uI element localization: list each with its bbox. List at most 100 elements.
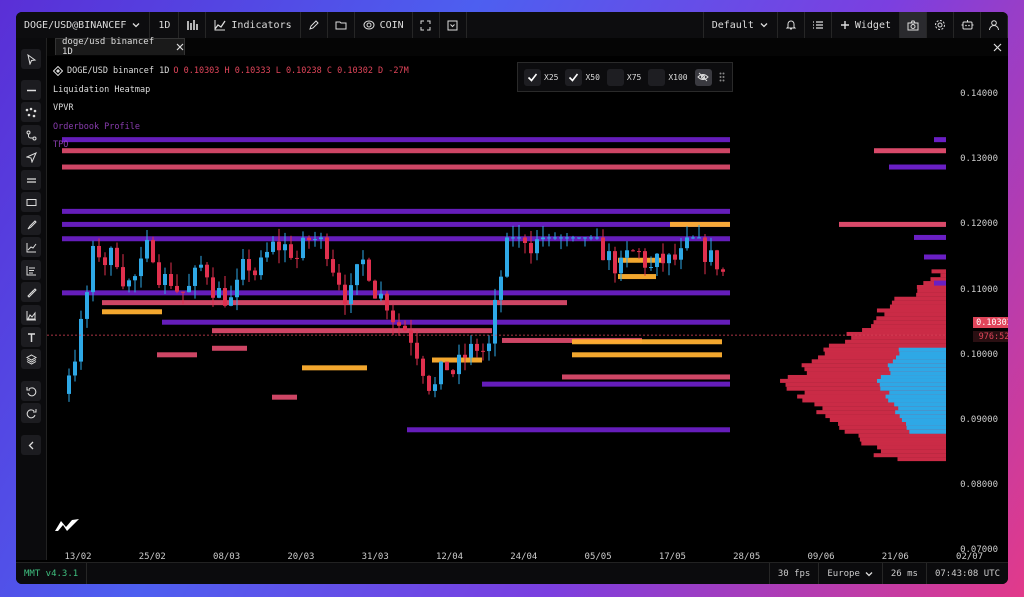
- candle-body: [283, 244, 287, 251]
- settings-button[interactable]: [927, 12, 954, 38]
- legend-item-label: TPO: [53, 140, 69, 151]
- layout-selector[interactable]: Default: [702, 12, 778, 38]
- candle-body: [325, 237, 329, 260]
- candle-body: [469, 343, 473, 358]
- clock: 07:43:08 UTC: [925, 563, 1008, 584]
- candle-body: [301, 237, 305, 259]
- candle-body: [607, 251, 611, 261]
- cursor-tool[interactable]: [21, 49, 41, 69]
- liquidation-band: [482, 381, 730, 387]
- folder-button[interactable]: [328, 12, 355, 38]
- path-tool[interactable]: [21, 125, 41, 145]
- x100-checkbox[interactable]: [648, 68, 666, 86]
- candle-body: [589, 237, 593, 239]
- candle-body: [619, 257, 623, 274]
- vpvr-bar-sell: [930, 277, 946, 282]
- candle-body: [67, 375, 71, 394]
- legend-item-vpvr[interactable]: VPVR: [53, 99, 409, 118]
- projection-tool[interactable]: [21, 305, 41, 325]
- fib-tool[interactable]: [21, 260, 41, 280]
- vpvr-bar-buy: [890, 371, 946, 376]
- trend-chart-icon: [26, 242, 36, 252]
- chart-tab[interactable]: doge/usd binancef 1D: [55, 37, 185, 57]
- legend-item-liquidation-heatmap[interactable]: Liquidation Heatmap: [53, 81, 409, 100]
- undo-button[interactable]: [21, 381, 41, 401]
- send-arrow-icon: [25, 151, 37, 163]
- legend-item-orderbook-profile[interactable]: Orderbook Profile: [53, 118, 409, 137]
- measure-tool[interactable]: [21, 282, 41, 302]
- pattern-tool[interactable]: [21, 102, 41, 122]
- candle-body: [313, 239, 317, 241]
- dropdown-button[interactable]: [440, 12, 467, 38]
- vpvr-bar-buy: [909, 429, 946, 434]
- chart-tab-label: doge/usd binancef 1D: [62, 37, 155, 57]
- candle-body: [637, 251, 641, 253]
- x50-checkbox[interactable]: [565, 68, 583, 86]
- time-tick: 31/03: [361, 552, 389, 562]
- legend-item-tpo[interactable]: TPO: [53, 136, 409, 155]
- trend-tool[interactable]: [21, 237, 41, 257]
- add-widget-button[interactable]: Widget: [832, 12, 900, 38]
- drag-handle-icon[interactable]: [719, 72, 725, 82]
- alerts-button[interactable]: [778, 12, 805, 38]
- collapse-toolbar-button[interactable]: [21, 435, 41, 455]
- price-tick: 0.10000: [960, 349, 998, 360]
- candle-body: [715, 250, 719, 270]
- candle-body: [571, 237, 575, 239]
- robot-icon: [961, 20, 973, 30]
- price-tick: 0.13000: [960, 154, 998, 165]
- coin-button[interactable]: COIN: [355, 12, 413, 38]
- close-icon[interactable]: [176, 43, 184, 51]
- vpvr-bar-sell: [861, 441, 946, 446]
- candle-body: [661, 253, 665, 264]
- interval-selector[interactable]: 1D: [150, 12, 180, 38]
- text-tool[interactable]: [21, 327, 41, 347]
- region-selector[interactable]: Europe: [818, 563, 882, 584]
- status-bar: MMT v4.3.1 30 fps Europe 26 ms 07:43:08 …: [16, 562, 1008, 584]
- rectangle-tool[interactable]: [21, 192, 41, 212]
- candle-body: [79, 318, 83, 362]
- draw-button[interactable]: [301, 12, 328, 38]
- arrow-tool[interactable]: [21, 147, 41, 167]
- vpvr-bar-sell: [889, 304, 946, 309]
- candle-body: [697, 237, 701, 239]
- redo-button[interactable]: [21, 403, 41, 423]
- vpvr-bar-buy: [906, 425, 946, 430]
- candle-countdown-tag: 976:52: [973, 331, 1008, 342]
- candle-body: [133, 276, 137, 281]
- candle-body: [343, 284, 347, 305]
- brush-tool[interactable]: [21, 215, 41, 235]
- chart-type-button[interactable]: [179, 12, 207, 38]
- vpvr-bar-buy: [896, 355, 946, 360]
- bot-button[interactable]: [954, 12, 981, 38]
- indicators-button[interactable]: Indicators: [206, 12, 301, 38]
- parallel-lines-tool[interactable]: [21, 170, 41, 190]
- fullscreen-button[interactable]: [413, 12, 440, 38]
- price-axis[interactable]: 0.14000 0.13000 0.12000 0.11000 0.10000 0.090…: [946, 56, 1008, 561]
- liquidation-band: [562, 374, 730, 380]
- x75-checkbox[interactable]: [606, 68, 624, 86]
- candle-body: [565, 237, 569, 239]
- checkmark-icon: [569, 73, 579, 82]
- liquidation-band: [272, 394, 297, 400]
- account-button[interactable]: [981, 12, 1008, 38]
- hide-toggle[interactable]: [694, 68, 712, 86]
- x25-checkbox[interactable]: [524, 68, 541, 86]
- vpvr-bar-buy: [901, 418, 946, 422]
- drawing-toolbar: [16, 38, 47, 560]
- list-icon: [812, 21, 823, 29]
- close-panel-icon[interactable]: [993, 43, 1002, 52]
- time-tick: 17/05: [658, 552, 686, 562]
- price-tick: 0.08000: [960, 480, 998, 491]
- app-window: DOGE/USD@BINANCEF 1D Indicators COIN Def…: [16, 12, 1008, 584]
- screenshot-button[interactable]: [900, 12, 927, 38]
- undo-icon: [26, 386, 36, 396]
- candle-body: [625, 250, 629, 258]
- horizontal-line-tool[interactable]: [21, 80, 41, 100]
- folder-icon: [335, 21, 347, 30]
- candle-body: [397, 322, 401, 326]
- layers-tool[interactable]: [21, 349, 41, 369]
- list-button[interactable]: [805, 12, 832, 38]
- candle-body: [559, 237, 563, 239]
- symbol-selector[interactable]: DOGE/USD@BINANCEF: [16, 12, 151, 38]
